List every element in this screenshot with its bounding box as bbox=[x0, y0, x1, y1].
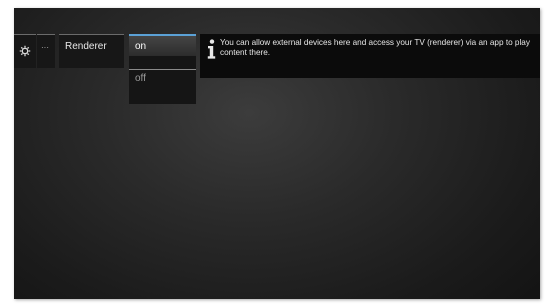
option-on[interactable]: on bbox=[129, 34, 196, 56]
renderer-options: on off bbox=[129, 34, 196, 104]
more-tile[interactable]: ··· bbox=[37, 34, 55, 68]
settings-tile[interactable] bbox=[14, 34, 36, 68]
option-off-label: off bbox=[135, 73, 146, 84]
info-panel: You can allow external devices here and … bbox=[200, 34, 540, 78]
option-off[interactable]: off bbox=[129, 69, 196, 86]
tv-screen: ··· Renderer on off You can allow extern… bbox=[14, 8, 540, 299]
renderer-menu-item[interactable]: Renderer bbox=[59, 34, 124, 68]
gear-icon bbox=[19, 45, 31, 57]
info-text: You can allow external devices here and … bbox=[220, 38, 530, 57]
info-icon bbox=[207, 39, 216, 59]
more-label: ··· bbox=[41, 43, 49, 52]
renderer-label: Renderer bbox=[65, 41, 107, 52]
option-on-label: on bbox=[135, 41, 147, 52]
